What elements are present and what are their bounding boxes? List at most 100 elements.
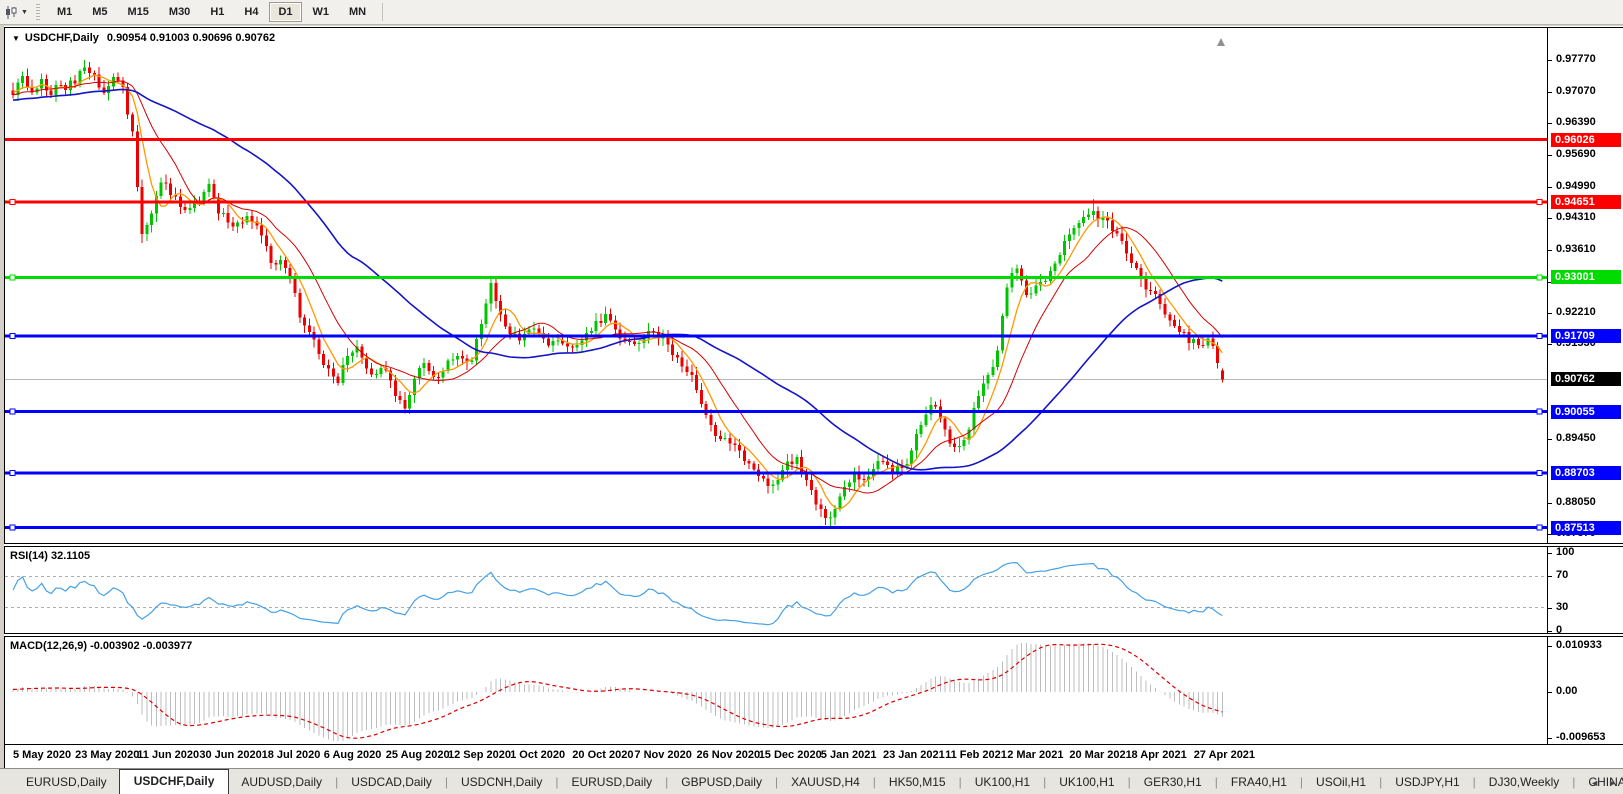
chart-tab-dj30-15[interactable]: DJ30,Weekly xyxy=(1477,771,1571,794)
timeframe-button-mn[interactable]: MN xyxy=(340,2,375,22)
rsi-tick-mark xyxy=(1548,576,1552,578)
candles-layer[interactable] xyxy=(11,60,1224,526)
timeframe-button-w1[interactable]: W1 xyxy=(304,2,339,22)
tab-scroll-left-icon[interactable]: ◄ xyxy=(1587,777,1602,789)
rsi-axis-divider xyxy=(1547,547,1548,633)
timeframe-button-group: M1 M5 M15 M30 H1 H4 D1 W1 MN xyxy=(47,2,376,22)
rsi-tick-label: 30 xyxy=(1556,600,1569,613)
price-tick-mark xyxy=(1548,249,1552,251)
macd-tick-mark xyxy=(1548,692,1552,693)
symbol-dropdown-icon[interactable]: ▼ xyxy=(12,34,20,43)
price-tick-mark xyxy=(1548,154,1552,156)
chart-tab-hk50-8[interactable]: HK50,M15 xyxy=(877,771,958,794)
tab-scroll-arrows: ◄ ► xyxy=(1587,777,1620,789)
timeframe-button-h4[interactable]: H4 xyxy=(235,2,267,22)
main-chart-panel: ▼ USDCHF,Daily 0.90954 0.91003 0.90696 0.9… xyxy=(4,27,1623,544)
rsi-tick-label: 0 xyxy=(1556,624,1563,636)
timeframe-button-m5[interactable]: M5 xyxy=(83,2,116,22)
time-axis-label: 1 Oct 2020 xyxy=(510,749,566,761)
macd-tick-label: 0.010933 xyxy=(1556,639,1602,651)
price-tick-mark xyxy=(1548,217,1552,219)
macd-panel: MACD(12,26,9) -0.003902 -0.003977 0.0109… xyxy=(4,636,1623,745)
price-line-tag: 0.88703 xyxy=(1551,466,1621,481)
price-tick-label: 0.89450 xyxy=(1556,432,1596,445)
time-axis-label: 23 May 2020 xyxy=(75,749,140,761)
timeframe-button-m15[interactable]: M15 xyxy=(119,2,158,22)
macd-histogram xyxy=(12,642,1223,741)
symbol-label: USDCHF,Daily xyxy=(24,32,99,44)
macd-tick-label: -0.009653 xyxy=(1556,731,1606,743)
price-tick-mark xyxy=(1548,122,1552,124)
timeframe-button-m1[interactable]: M1 xyxy=(48,2,81,22)
price-line-tag: 0.96026 xyxy=(1551,132,1621,147)
price-tick-mark xyxy=(1548,91,1552,93)
timeframe-button-d1[interactable]: D1 xyxy=(269,2,302,22)
price-line-tag: 0.90055 xyxy=(1551,404,1621,419)
time-axis[interactable]: 5 May 2020 23 May 2020 11 Jun 2020 30 Jun 2… xyxy=(4,745,1623,768)
time-axis-label: 30 Jun 2020 xyxy=(199,749,262,761)
time-axis-label: 5 Jan 2021 xyxy=(820,749,877,761)
chart-tab-uk100-9[interactable]: UK100,H1 xyxy=(963,771,1042,794)
chart-tab-ger30-11[interactable]: GER30,H1 xyxy=(1132,771,1214,794)
rsi-plot[interactable] xyxy=(5,547,1547,633)
time-axis-label: 26 Nov 2020 xyxy=(696,749,761,761)
macd-tick-mark xyxy=(1548,646,1552,647)
price-line-tag: 0.93001 xyxy=(1551,270,1621,285)
time-axis-label: 20 Oct 2020 xyxy=(572,749,634,761)
chart-tab-xauusd-7[interactable]: XAUUSD,H4 xyxy=(779,771,872,794)
price-tick-label: 0.94990 xyxy=(1556,179,1596,192)
price-tick-label: 0.94310 xyxy=(1556,210,1596,223)
timeframe-button-h1[interactable]: H1 xyxy=(201,2,233,22)
timeframe-button-m30[interactable]: M30 xyxy=(160,2,199,22)
price-line-tag: 0.87513 xyxy=(1551,520,1621,535)
time-axis-label: 15 Dec 2020 xyxy=(758,749,822,761)
price-tick-label: 0.92210 xyxy=(1556,306,1596,319)
time-axis-label: 20 Mar 2021 xyxy=(1069,749,1132,761)
ohlc-readout: 0.90954 0.91003 0.90696 0.90762 xyxy=(106,32,276,44)
macd-tick-label: 0.00 xyxy=(1556,685,1578,697)
tab-scroll-right-icon[interactable]: ► xyxy=(1605,777,1620,789)
price-tick-mark xyxy=(1548,60,1552,61)
rsi-tick-label: 70 xyxy=(1556,569,1569,582)
chart-tab-usdjpy-14[interactable]: USDJPY,H1 xyxy=(1383,771,1471,794)
chart-tab-usoil-13[interactable]: USOil,H1 xyxy=(1304,771,1378,794)
chart-tab-bar: EURUSD,Daily USDCHF,Daily AUDUSD,Daily | USD… xyxy=(0,768,1623,794)
macd-tick-mark xyxy=(1548,738,1552,739)
rsi-tick-mark xyxy=(1548,631,1552,632)
price-tick-label: 0.88050 xyxy=(1556,496,1596,508)
price-tick-label: 0.97770 xyxy=(1556,53,1596,65)
toolbar-dropdown-caret-icon[interactable]: ▼ xyxy=(21,9,28,16)
chart-tab-gbpusd-6[interactable]: GBPUSD,Daily xyxy=(669,771,774,794)
macd-label: MACD(12,26,9) -0.003902 -0.003977 xyxy=(10,640,193,652)
price-tick-mark xyxy=(1548,503,1552,504)
chart-tab-uk100-10[interactable]: UK100,H1 xyxy=(1047,771,1126,794)
chart-tab-usdcnh-4[interactable]: USDCNH,Daily xyxy=(449,771,554,794)
chart-tab-fra40-12[interactable]: FRA40,H1 xyxy=(1219,771,1299,794)
chart-tab-usdcad-3[interactable]: USDCAD,Daily xyxy=(339,771,444,794)
price-tick-label: 0.95690 xyxy=(1556,147,1596,160)
toolbar-grip xyxy=(35,4,40,20)
chart-icon[interactable] xyxy=(3,4,20,21)
chart-tab-usdchf-1[interactable]: USDCHF,Daily xyxy=(118,769,230,794)
time-axis-label: 5 May 2020 xyxy=(13,749,72,761)
chart-tab-audusd-2[interactable]: AUDUSD,Daily xyxy=(229,771,334,794)
toolbar-separator xyxy=(382,3,384,21)
price-chart-plot[interactable] xyxy=(5,28,1547,543)
macd-plot[interactable] xyxy=(5,637,1547,744)
chart-tab-eurusd-5[interactable]: EURUSD,Daily xyxy=(559,771,664,794)
horizontal-lines-layer[interactable] xyxy=(5,138,1547,531)
chart-title: ▼ USDCHF,Daily 0.90954 0.91003 0.90696 0.9… xyxy=(12,32,275,44)
time-axis-label: 6 Aug 2020 xyxy=(323,749,382,761)
price-tick-mark xyxy=(1548,313,1552,315)
price-tick-mark xyxy=(1548,344,1552,346)
chart-tab-eurusd-0[interactable]: EURUSD,Daily xyxy=(14,771,119,794)
time-axis-label: 2 Mar 2021 xyxy=(1007,749,1064,761)
rsi-panel: RSI(14) 32.1105 100 70 30 0 xyxy=(4,546,1623,636)
time-axis-label: 11 Jun 2020 xyxy=(137,749,200,761)
price-tick-label: 0.93610 xyxy=(1556,242,1596,255)
rsi-level-lines xyxy=(5,575,1547,609)
price-tick-mark xyxy=(1548,186,1552,188)
time-axis-label: 12 Sep 2020 xyxy=(448,749,511,761)
chart-shift-marker[interactable] xyxy=(1217,38,1225,46)
rsi-line xyxy=(12,561,1223,626)
